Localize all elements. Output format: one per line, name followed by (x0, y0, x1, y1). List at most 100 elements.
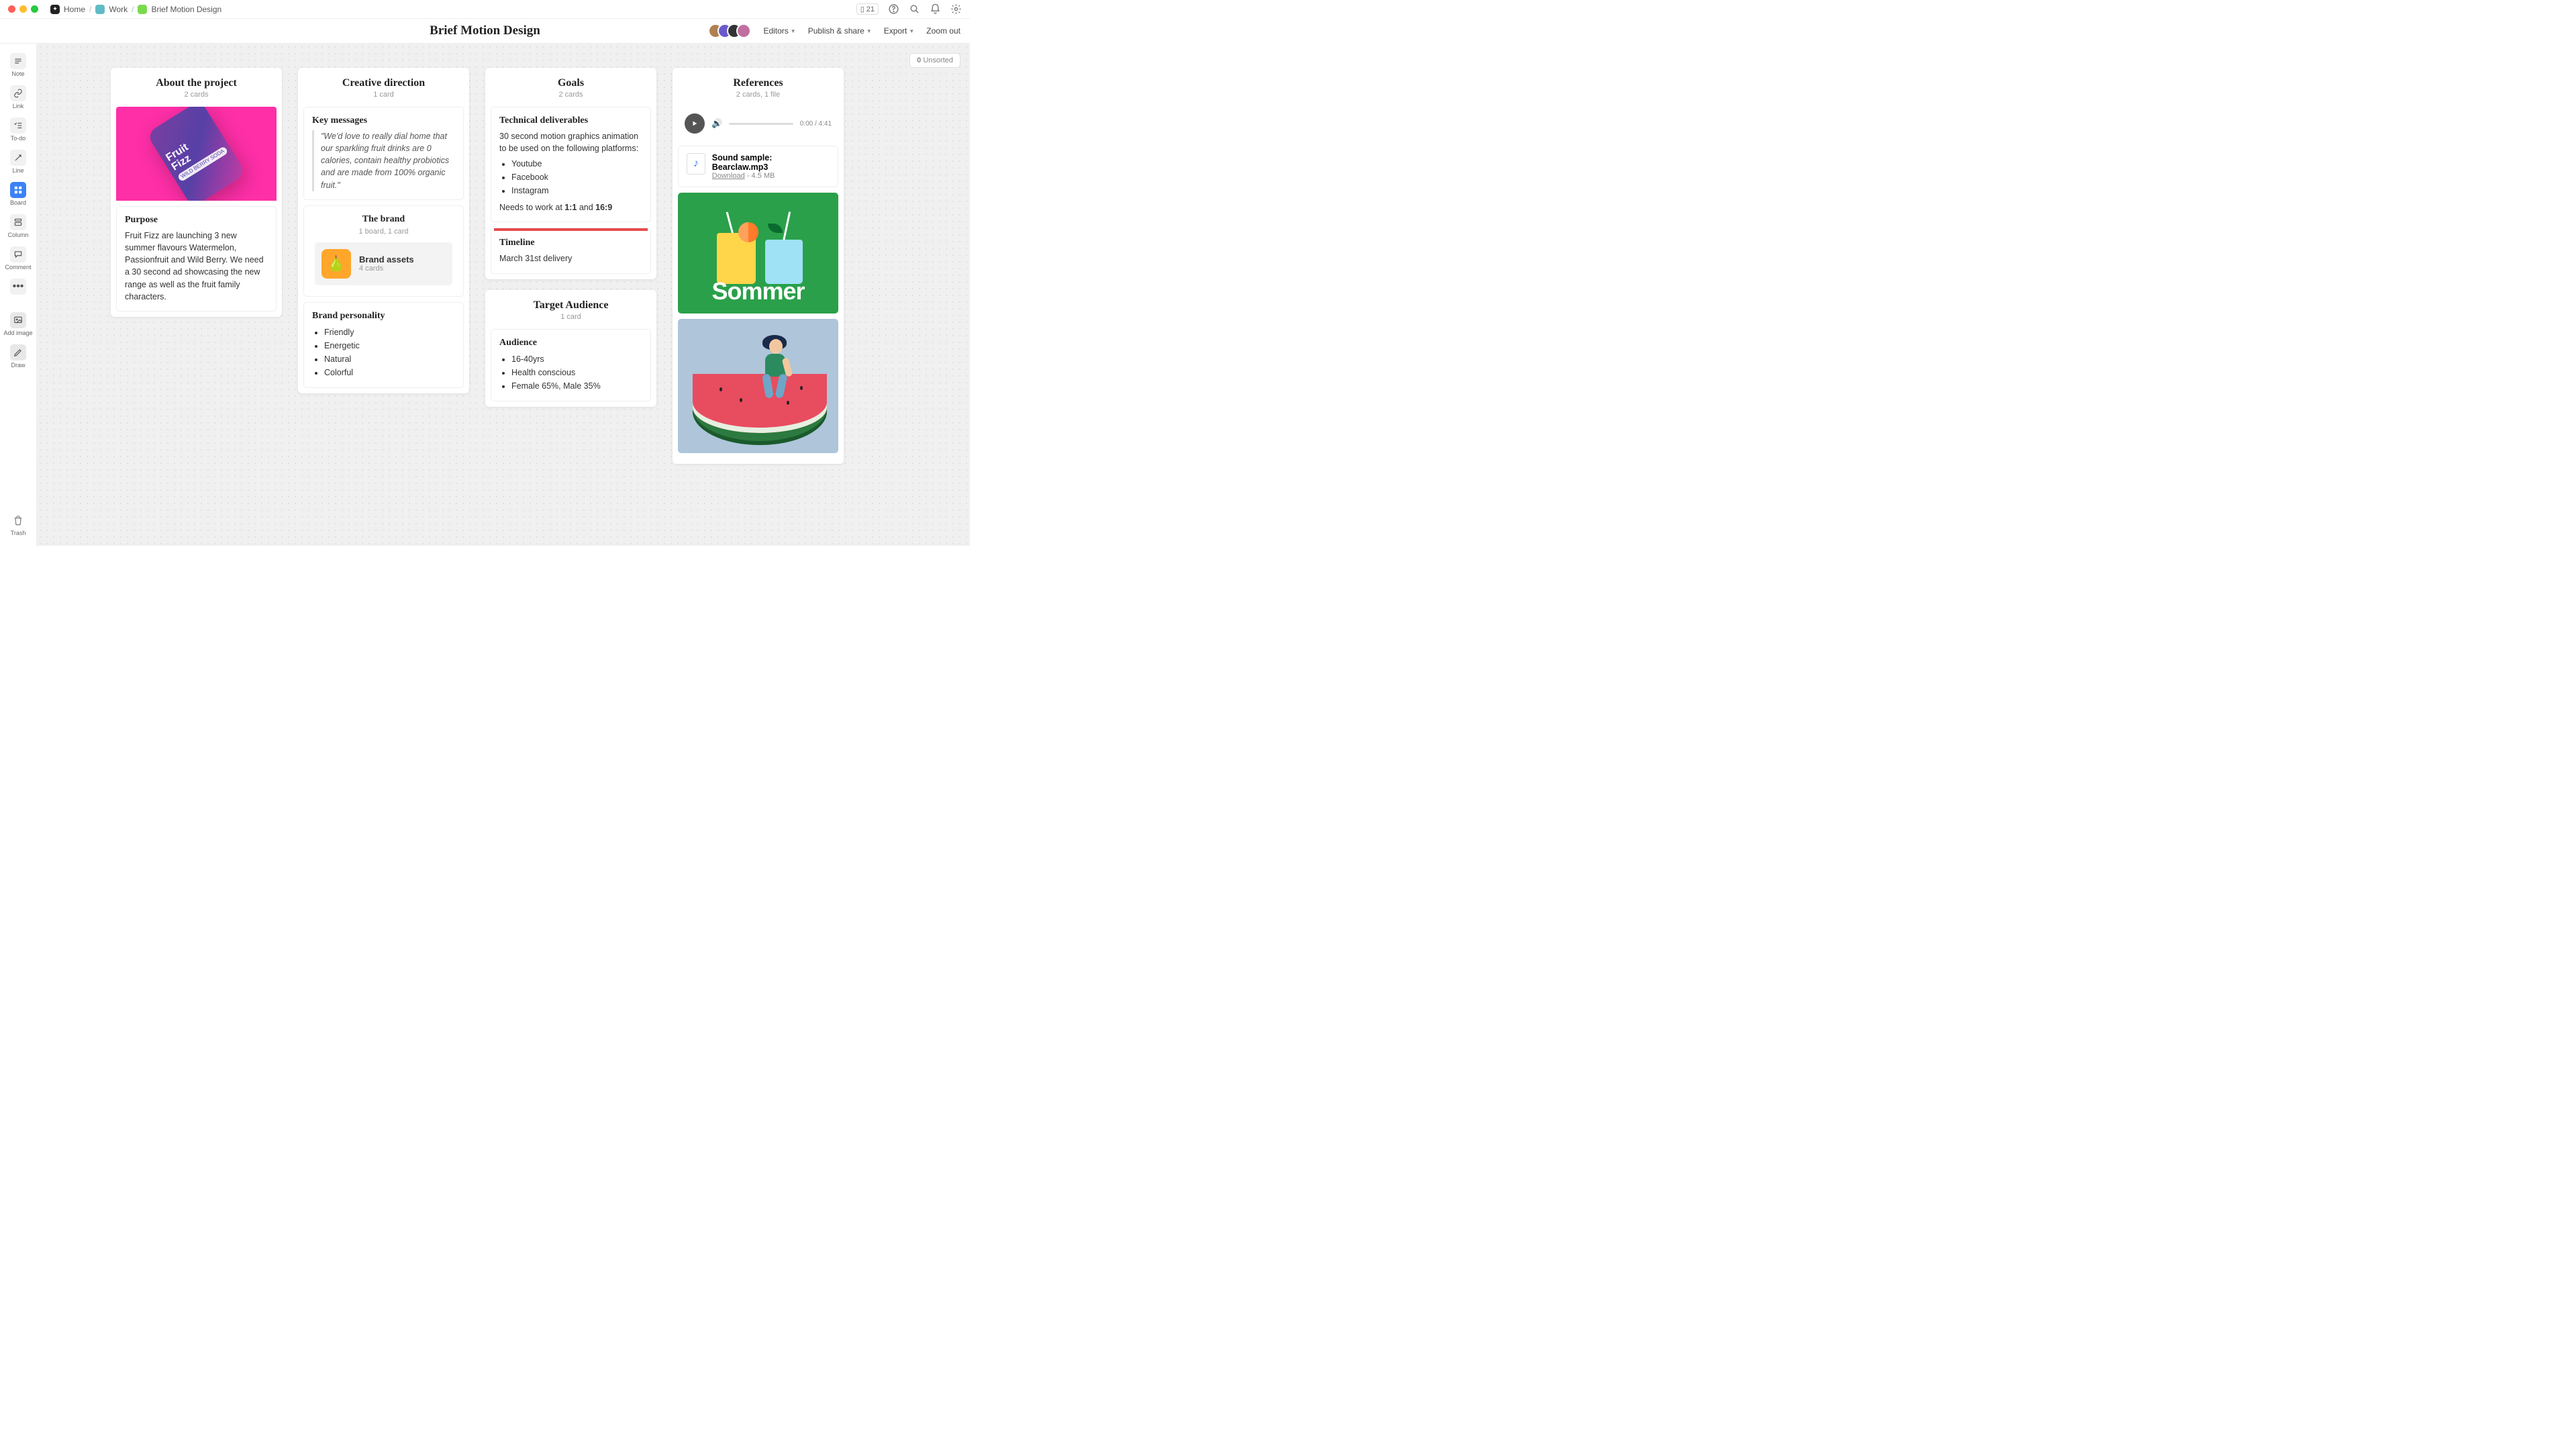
list-item: Natural (324, 352, 455, 366)
list-item: Health conscious (511, 366, 642, 379)
product-image: Fruit Fizz WILD BERRY SODA (116, 107, 277, 201)
breadcrumb-home[interactable]: Home (64, 5, 85, 14)
personality-list: Friendly Energetic Natural Colorful (312, 326, 455, 379)
home-icon: ✦ (50, 5, 60, 14)
column-subtitle: 2 cards (493, 91, 648, 99)
help-icon[interactable] (888, 3, 899, 15)
card-purpose[interactable]: Purpose Fruit Fizz are launching 3 new s… (116, 206, 277, 311)
card-audio[interactable]: 🔊 0:00 / 4:41 (678, 107, 838, 140)
breadcrumb-work[interactable]: Work (109, 5, 128, 14)
tool-comment[interactable]: Comment (3, 244, 33, 273)
tool-draw[interactable]: Draw (3, 342, 33, 371)
column-creative[interactable]: Creative direction 1 card Key messages "… (298, 68, 469, 393)
export-dropdown[interactable]: Export ▼ (884, 26, 915, 36)
asset-brand-assets[interactable]: 🍐 Brand assets 4 cards (315, 242, 452, 285)
tool-trash[interactable]: Trash (3, 510, 33, 539)
card-title: Brand personality (312, 311, 455, 322)
card-title: Key messages (312, 115, 455, 126)
breadcrumb-separator: / (132, 5, 134, 14)
column-subtitle: 2 cards (119, 91, 274, 99)
reference-image-sommer[interactable]: Sommer (678, 193, 838, 313)
column-subtitle: 2 cards, 1 file (681, 91, 836, 99)
list-item: Female 65%, Male 35% (511, 379, 642, 393)
sidebar: Note Link To-do Line Board Column Commen… (0, 44, 37, 546)
card-title: The brand (309, 214, 458, 225)
list-item: Energetic (324, 339, 455, 352)
note-icon (10, 53, 26, 69)
list-item: Youtube (511, 157, 642, 171)
tool-note[interactable]: Note (3, 50, 33, 80)
chevron-down-icon: ▼ (791, 28, 796, 34)
chevron-down-icon: ▼ (866, 28, 872, 34)
card-brand[interactable]: The brand 1 board, 1 card 🍐 Brand assets… (303, 205, 464, 297)
platforms-list: Youtube Facebook Instagram (499, 157, 642, 197)
phone-icon: ▯ (860, 5, 864, 13)
avatars[interactable] (708, 23, 751, 38)
tool-board[interactable]: Board (3, 179, 33, 209)
card-hero-image[interactable]: Fruit Fizz WILD BERRY SODA (116, 107, 277, 201)
card-body: 30 second motion graphics animation to b… (499, 130, 642, 154)
publish-dropdown[interactable]: Publish & share ▼ (808, 26, 872, 36)
editors-dropdown[interactable]: Editors ▼ (763, 26, 795, 36)
timeline-stripe (494, 228, 648, 231)
canvas[interactable]: 0 Unsorted About the project 2 cards Fru… (37, 44, 970, 546)
card-technical-deliverables[interactable]: Technical deliverables 30 second motion … (491, 107, 651, 222)
music-file-icon: ♪ (687, 153, 705, 175)
asset-sub: 4 cards (359, 264, 414, 273)
column-title: Creative direction (306, 77, 461, 89)
zoom-out-button[interactable]: Zoom out (926, 26, 960, 36)
card-timeline[interactable]: Timeline March 31st delivery (491, 228, 651, 273)
tool-add-image[interactable]: Add image (3, 309, 33, 339)
column-target-audience[interactable]: Target Audience 1 card Audience 16-40yrs… (485, 290, 656, 407)
card-key-messages[interactable]: Key messages "We'd love to really dial h… (303, 107, 464, 200)
todo-icon (10, 117, 26, 134)
bell-icon[interactable] (930, 3, 941, 15)
column-title: References (681, 77, 836, 89)
chevron-down-icon: ▼ (909, 28, 914, 34)
tool-link[interactable]: Link (3, 83, 33, 112)
sommer-label: Sommer (678, 277, 838, 305)
column-references[interactable]: References 2 cards, 1 file 🔊 0:00 / 4:41… (673, 68, 844, 464)
card-audience[interactable]: Audience 16-40yrs Health conscious Femal… (491, 329, 651, 401)
audience-list: 16-40yrs Health conscious Female 65%, Ma… (499, 352, 642, 393)
column-icon (10, 214, 26, 230)
search-icon[interactable] (909, 3, 920, 15)
file-name: Sound sample: Bearclaw.mp3 (712, 153, 830, 172)
board-icon (138, 5, 147, 14)
titlebar: ✦ Home / Work / Brief Motion Design ▯ 21 (0, 0, 970, 19)
link-icon (10, 85, 26, 101)
header: Brief Motion Design Editors ▼ Publish & … (0, 19, 970, 44)
column-subtitle: 1 card (306, 91, 461, 99)
download-link[interactable]: Download (712, 172, 745, 180)
aspect-note: Needs to work at 1:1 and 16:9 (499, 201, 642, 213)
window-controls (8, 5, 38, 13)
comment-icon (10, 246, 26, 262)
close-window-button[interactable] (8, 5, 15, 13)
tool-column[interactable]: Column (3, 211, 33, 241)
card-subtitle: 1 board, 1 card (309, 228, 458, 236)
avatar (736, 23, 751, 38)
tool-line[interactable]: Line (3, 147, 33, 177)
minimize-window-button[interactable] (19, 5, 27, 13)
tool-todo[interactable]: To-do (3, 115, 33, 144)
gear-icon[interactable] (950, 3, 962, 15)
card-body: March 31st delivery (499, 252, 642, 264)
volume-icon[interactable]: 🔊 (711, 118, 722, 129)
list-item: Instagram (511, 184, 642, 197)
tool-more[interactable]: ••• (3, 276, 33, 297)
reference-image-watermelon[interactable] (678, 319, 838, 453)
work-icon (95, 5, 105, 14)
trash-icon (10, 512, 26, 528)
audio-track[interactable] (729, 123, 793, 125)
unsorted-badge[interactable]: 0 Unsorted (909, 53, 960, 68)
card-title: Technical deliverables (499, 115, 642, 126)
card-brand-personality[interactable]: Brand personality Friendly Energetic Nat… (303, 302, 464, 388)
column-about[interactable]: About the project 2 cards Fruit Fizz WIL… (111, 68, 282, 317)
breadcrumb-current[interactable]: Brief Motion Design (151, 5, 221, 14)
play-button[interactable] (685, 113, 705, 134)
maximize-window-button[interactable] (31, 5, 38, 13)
mobile-badge[interactable]: ▯ 21 (856, 3, 879, 15)
card-file[interactable]: ♪ Sound sample: Bearclaw.mp3 Download - … (678, 146, 838, 187)
column-goals[interactable]: Goals 2 cards Technical deliverables 30 … (485, 68, 656, 279)
file-size: - 4.5 MB (745, 172, 775, 180)
